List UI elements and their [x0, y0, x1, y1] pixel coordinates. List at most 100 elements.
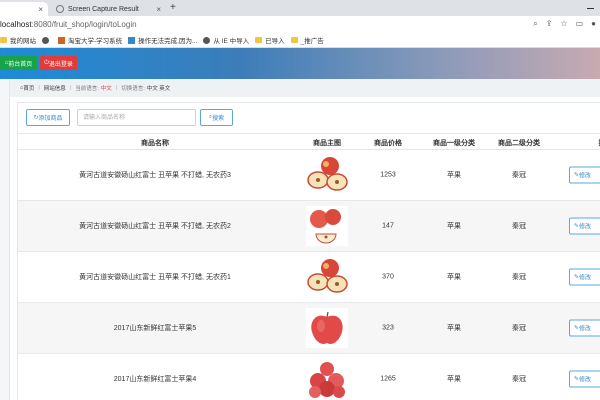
product-category-2: 秦冠 — [512, 274, 526, 281]
table-row: 2017山东新鲜红富士苹果4 1265 苹果 秦冠 ✎ 修改 — [18, 354, 600, 400]
product-name: 2017山东新鲜红富士苹果4 — [113, 376, 197, 383]
browser-tab-strip: × Screen Capture Result × + — [0, 0, 600, 16]
minimize-icon[interactable] — [587, 8, 594, 9]
bookmarks-bar: 我的网站 淘宝大学-学习系统 操作无法完成,因为... 从 IE 中导入 已导入… — [0, 33, 600, 48]
tab-title: Screen Capture Result — [68, 5, 139, 13]
breadcrumb-separator: | — [115, 85, 118, 91]
new-tab-icon[interactable]: + — [170, 2, 176, 13]
share-icon[interactable]: ⇪ — [546, 19, 553, 29]
product-category-2: 秦冠 — [512, 172, 526, 179]
search-label: 搜索 — [212, 116, 225, 122]
close-tab-icon[interactable]: × — [38, 5, 43, 14]
product-list-panel: ↻添加商品 ⌕搜索 商品名称 商品主图 商品价格 商品一级分类 商品二级分类 操… — [17, 102, 600, 400]
breadcrumb-separator: | — [69, 85, 72, 91]
product-price: 147 — [382, 222, 394, 230]
bookmark-label: 淘宝大学-学习系统 — [68, 38, 123, 45]
bookmark-operation-failed[interactable]: 操作无法完成,因为... — [128, 35, 197, 45]
bookmark-imported[interactable]: 已导入 — [255, 35, 285, 45]
edit-label: 修改 — [579, 173, 592, 180]
product-name: 黄河古道安徽砀山红富士 丑苹果 不打蜡, 无农药1 — [79, 274, 231, 281]
front-home-button[interactable]: ⌂ 前台首页 — [0, 56, 37, 70]
bookmark-import-ie[interactable]: 从 IE 中导入 — [203, 35, 249, 45]
product-name: 2017山东新鲜红富士苹果5 — [113, 325, 197, 332]
product-toolbar: ↻添加商品 ⌕搜索 — [18, 103, 600, 133]
switch-language-label: 切换语言: — [121, 86, 145, 92]
taobao-icon — [58, 36, 65, 44]
product-price: 1265 — [380, 375, 396, 383]
product-category-2: 秦冠 — [512, 223, 526, 230]
bookmark-promo[interactable]: _推广告 — [290, 35, 324, 45]
halved-apples-image — [307, 157, 348, 191]
header-category-1: 商品一级分类 — [433, 140, 475, 147]
product-category-1: 苹果 — [447, 223, 461, 230]
bookmark-globe[interactable] — [42, 36, 52, 44]
product-category-2: 秦冠 — [512, 376, 526, 383]
edit-product-button[interactable]: ✎ 修改 — [569, 217, 600, 235]
table-row: 黄河古道安徽砀山红富士 丑苹果 不打蜡, 无农药3 1253 苹果 秦冠 ✎ 修改 — [18, 150, 600, 201]
zoom-icon[interactable]: ⌕ — [533, 19, 537, 29]
product-name: 黄河古道安徽砀山红富士 丑苹果 不打蜡, 无农药3 — [79, 172, 231, 179]
product-search-input[interactable] — [77, 109, 196, 126]
product-image — [306, 257, 348, 297]
folder-icon — [0, 37, 7, 43]
bookmark-label: 操作无法完成,因为... — [138, 38, 198, 45]
halved-apples-image — [307, 259, 348, 293]
site-icon — [128, 36, 136, 44]
header-product-image: 商品主图 — [313, 140, 341, 147]
profile-icon[interactable]: ● — [591, 19, 596, 29]
edit-product-button[interactable]: ✎ 修改 — [569, 319, 600, 337]
apple-slice-image — [306, 206, 348, 246]
header-product-name: 商品名称 — [141, 140, 169, 147]
edit-label: 修改 — [579, 377, 592, 384]
url-host: localhost — [0, 20, 32, 29]
url-text[interactable]: localhost:8080/fruit_shop/login/toLogin — [0, 20, 137, 29]
edit-label: 修改 — [579, 224, 592, 231]
breadcrumb: ⌂ 首页 | 网站信息 | 当前语言: 中文 | 切换语言: 中文 英文 — [10, 79, 600, 97]
current-language-label: 当前语言: — [75, 86, 99, 92]
bookmark-label: 我的网站 — [10, 38, 36, 45]
product-price: 1253 — [380, 171, 396, 179]
search-button[interactable]: ⌕ 搜索 — [200, 109, 233, 126]
product-category-1: 苹果 — [447, 172, 461, 179]
sidebar — [0, 79, 10, 400]
product-image — [306, 206, 348, 246]
table-row: 黄河古道安徽砀山红富士 丑苹果 不打蜡, 无农药2 147 苹果 秦冠 ✎ 修改 — [18, 201, 600, 252]
apple-pile-image — [306, 359, 348, 399]
front-home-label: 前台首页 — [8, 61, 33, 68]
edit-product-button[interactable]: ✎ 修改 — [569, 370, 600, 388]
product-category-1: 苹果 — [447, 325, 461, 332]
logout-button[interactable]: ⏻ 退出登录 — [40, 56, 77, 70]
bookmark-my-sites[interactable]: 我的网站 — [0, 35, 36, 45]
add-product-button[interactable]: ↻ 添加商品 — [26, 109, 70, 126]
bookmark-label: 已导入 — [265, 38, 285, 45]
globe-icon — [203, 36, 211, 44]
current-language-value: 中文 — [100, 86, 112, 92]
edit-product-button[interactable]: ✎ 修改 — [569, 268, 600, 286]
table-header: 商品名称 商品主图 商品价格 商品一级分类 商品二级分类 操 — [18, 133, 600, 150]
product-image — [306, 155, 348, 195]
bookmark-star-icon[interactable]: ☆ — [560, 19, 567, 29]
cast-icon[interactable]: ▭ — [576, 19, 584, 29]
folder-icon — [255, 37, 263, 43]
product-category-2: 秦冠 — [512, 325, 526, 332]
breadcrumb-separator: | — [38, 85, 40, 91]
product-price: 370 — [382, 273, 394, 281]
breadcrumb-section[interactable]: 网站信息 — [44, 84, 66, 92]
logout-label: 退出登录 — [48, 61, 73, 68]
browser-tab-active[interactable]: × — [0, 2, 48, 16]
address-bar[interactable]: localhost:8080/fruit_shop/login/toLogin … — [0, 16, 600, 33]
browser-tab-screen-capture[interactable]: Screen Capture Result × — [52, 2, 166, 16]
folder-icon — [290, 37, 298, 43]
edit-label: 修改 — [579, 275, 592, 282]
close-tab-icon[interactable]: × — [156, 5, 161, 14]
language-options[interactable]: 中文 英文 — [147, 84, 171, 92]
bookmark-label: 从 IE 中导入 — [213, 38, 250, 45]
product-category-1: 苹果 — [447, 376, 461, 383]
bookmark-taobao-university[interactable]: 淘宝大学-学习系统 — [58, 35, 122, 45]
app-header: ⌂ 前台首页 ⏻ 退出登录 — [0, 48, 600, 79]
product-category-1: 苹果 — [447, 274, 461, 281]
edit-product-button[interactable]: ✎ 修改 — [569, 166, 600, 184]
breadcrumb-home[interactable]: 首页 — [23, 84, 34, 92]
header-product-price: 商品价格 — [374, 140, 402, 147]
add-product-label: 添加商品 — [38, 116, 63, 122]
